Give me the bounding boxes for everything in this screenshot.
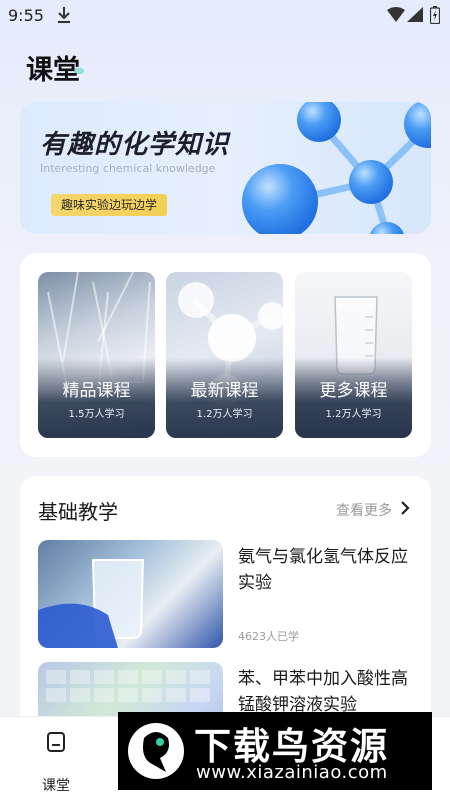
page-title: 课堂 (26, 48, 84, 87)
download-icon (58, 7, 70, 23)
banner-tag: 趣味实验边玩边学 (51, 194, 168, 216)
category-label: 精品课程 (62, 381, 131, 401)
category-label: 更多课程 (319, 381, 388, 401)
category-tile-newest[interactable]: 最新课程 1.2万人学习 (166, 272, 283, 438)
category-learner-count: 1.2万人学习 (196, 409, 253, 420)
nav-label: 课堂 (42, 778, 70, 794)
watermark-url: www.xiazainiao.com (196, 762, 388, 783)
section-title: 基础教学 (38, 500, 118, 524)
banner-title: 有趣的化学知识 (40, 130, 230, 160)
lesson-title: 氨气与氯化氢气体反应实验 (238, 547, 408, 593)
lesson-title: 苯、甲苯中加入酸性高锰酸钾溶液实验 (238, 669, 408, 715)
lesson-learner-count: 4623人已学 (238, 630, 299, 643)
wifi-icon (387, 7, 405, 22)
lesson-thumbnail (38, 540, 223, 648)
view-more-link[interactable]: 查看更多 (336, 500, 392, 520)
category-learner-count: 1.2万人学习 (325, 409, 382, 420)
bird-logo-icon (128, 723, 184, 779)
course-categories: 精品课程 1.5万人学习 最新课程 1.2万人学习 更多课程 1.2万人学习 (20, 253, 431, 457)
category-learner-count: 1.5万人学习 (68, 409, 125, 420)
banner[interactable]: 有趣的化学知识 Interesting chemical knowledge 趣… (20, 102, 431, 234)
lesson-item[interactable]: 氨气与氯化氢气体反应实验 4623人已学 (38, 540, 414, 648)
category-label: 最新课程 (190, 381, 259, 401)
category-tile-featured[interactable]: 精品课程 1.5万人学习 (38, 272, 155, 438)
signal-icon (407, 7, 423, 22)
category-tile-more[interactable]: 更多课程 1.2万人学习 (295, 272, 412, 438)
banner-subtitle: Interesting chemical knowledge (40, 162, 216, 175)
status-time: 9:55 (8, 6, 44, 25)
status-bar: 9:55 (0, 0, 450, 32)
watermark: 下载鸟资源 www.xiazainiao.com (118, 712, 432, 790)
battery-icon (430, 6, 440, 24)
book-icon (47, 732, 65, 752)
molecule-illustration (242, 102, 431, 234)
chevron-right-icon[interactable] (400, 500, 410, 516)
nav-item-classroom[interactable]: 课堂 (30, 731, 82, 795)
